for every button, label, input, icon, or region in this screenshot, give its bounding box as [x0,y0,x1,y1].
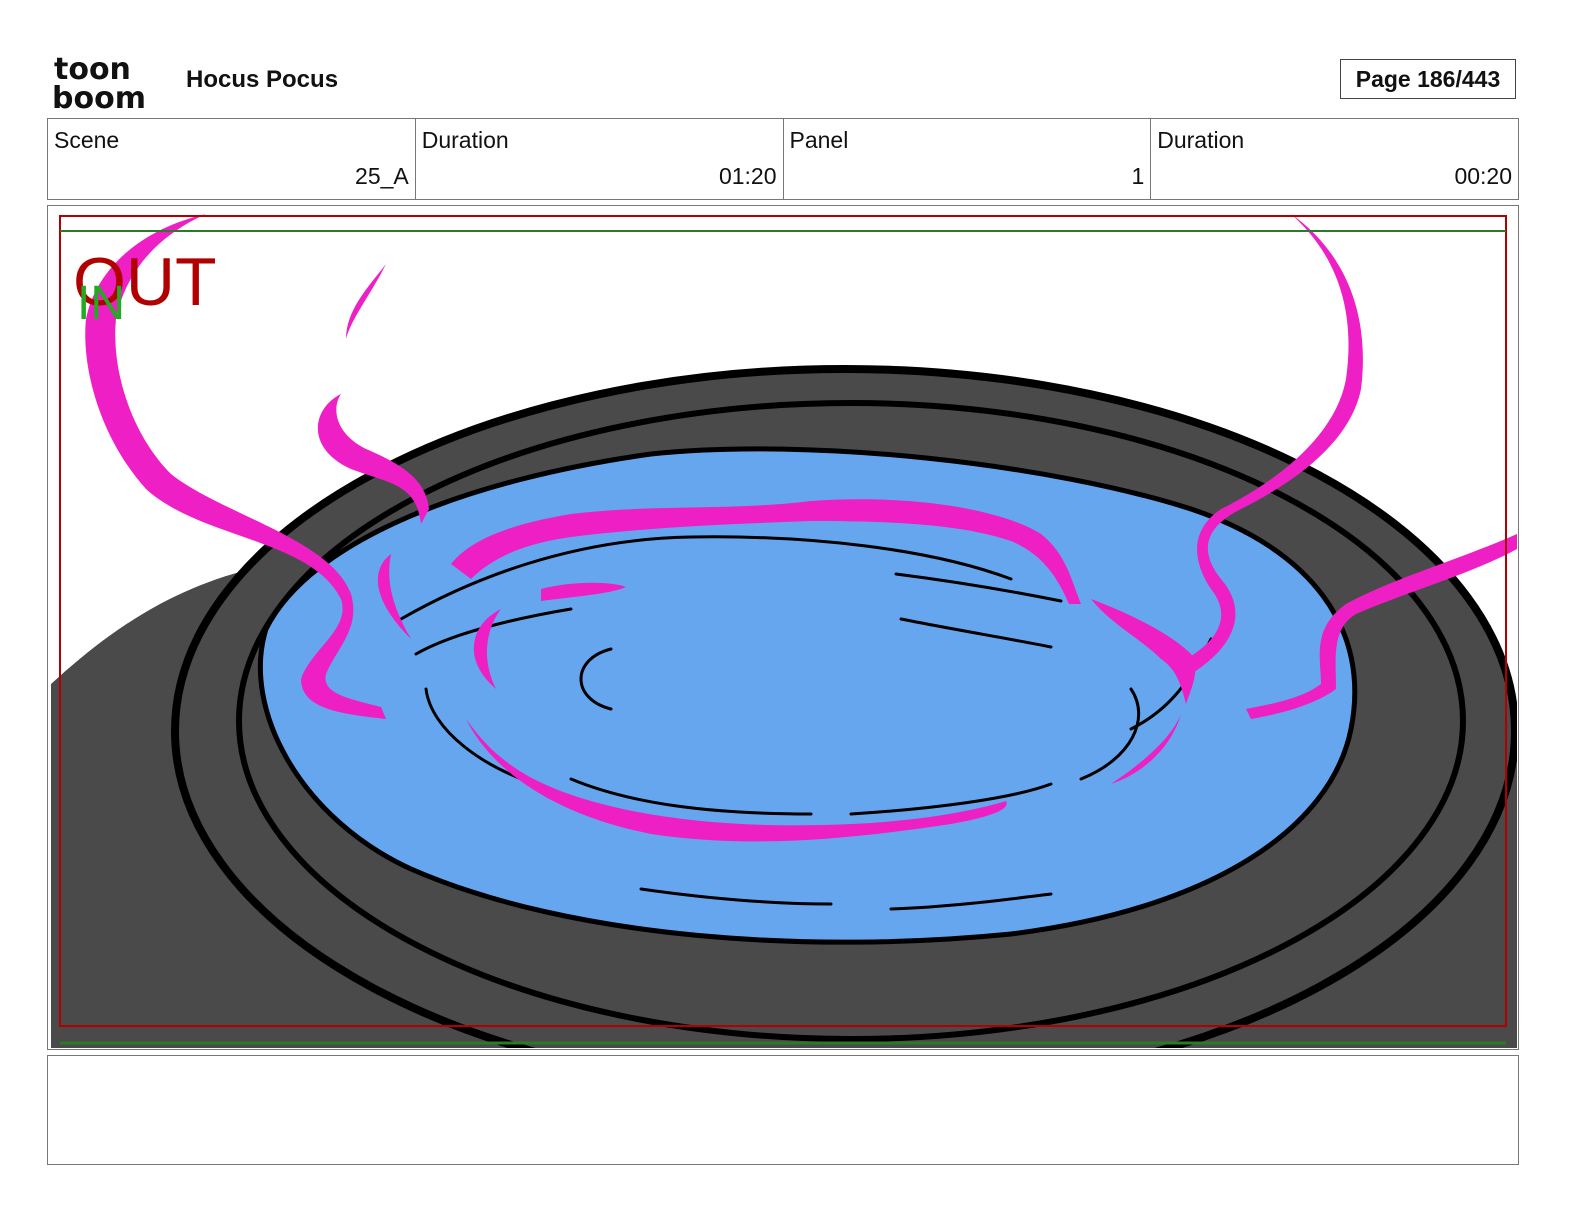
panel-notes-area[interactable] [47,1055,1519,1165]
panel-cell: Panel 1 [784,119,1152,199]
in-marker: IN [77,277,125,330]
scene-duration-cell: Duration 01:20 [416,119,784,199]
liquid-surface [257,446,1358,945]
toon-boom-logo: toon boom [52,52,146,112]
scene-label: Scene [54,127,120,153]
storyboard-panel: OUT IN [47,205,1519,1050]
page-indicator: Page 186/443 [1340,59,1516,99]
scene-duration-label: Duration [421,127,509,153]
scene-value: 25_A [355,163,409,189]
scene-cell: Scene 25_A [48,119,416,199]
panel-duration-value: 00:20 [1454,163,1512,189]
panel-value: 1 [1131,163,1145,189]
panel-duration-cell: Duration 00:20 [1151,119,1518,199]
project-title: Hocus Pocus [186,66,339,93]
panel-label: Panel [789,127,849,153]
scene-duration-value: 01:20 [718,163,777,189]
scene-info-bar: Scene 25_A Duration 01:20 Panel 1 Durati… [47,118,1519,200]
panel-duration-label: Duration [1157,127,1245,153]
panel-artwork: OUT IN [51,209,1517,1048]
logo-text-bottom: boom [52,81,146,112]
